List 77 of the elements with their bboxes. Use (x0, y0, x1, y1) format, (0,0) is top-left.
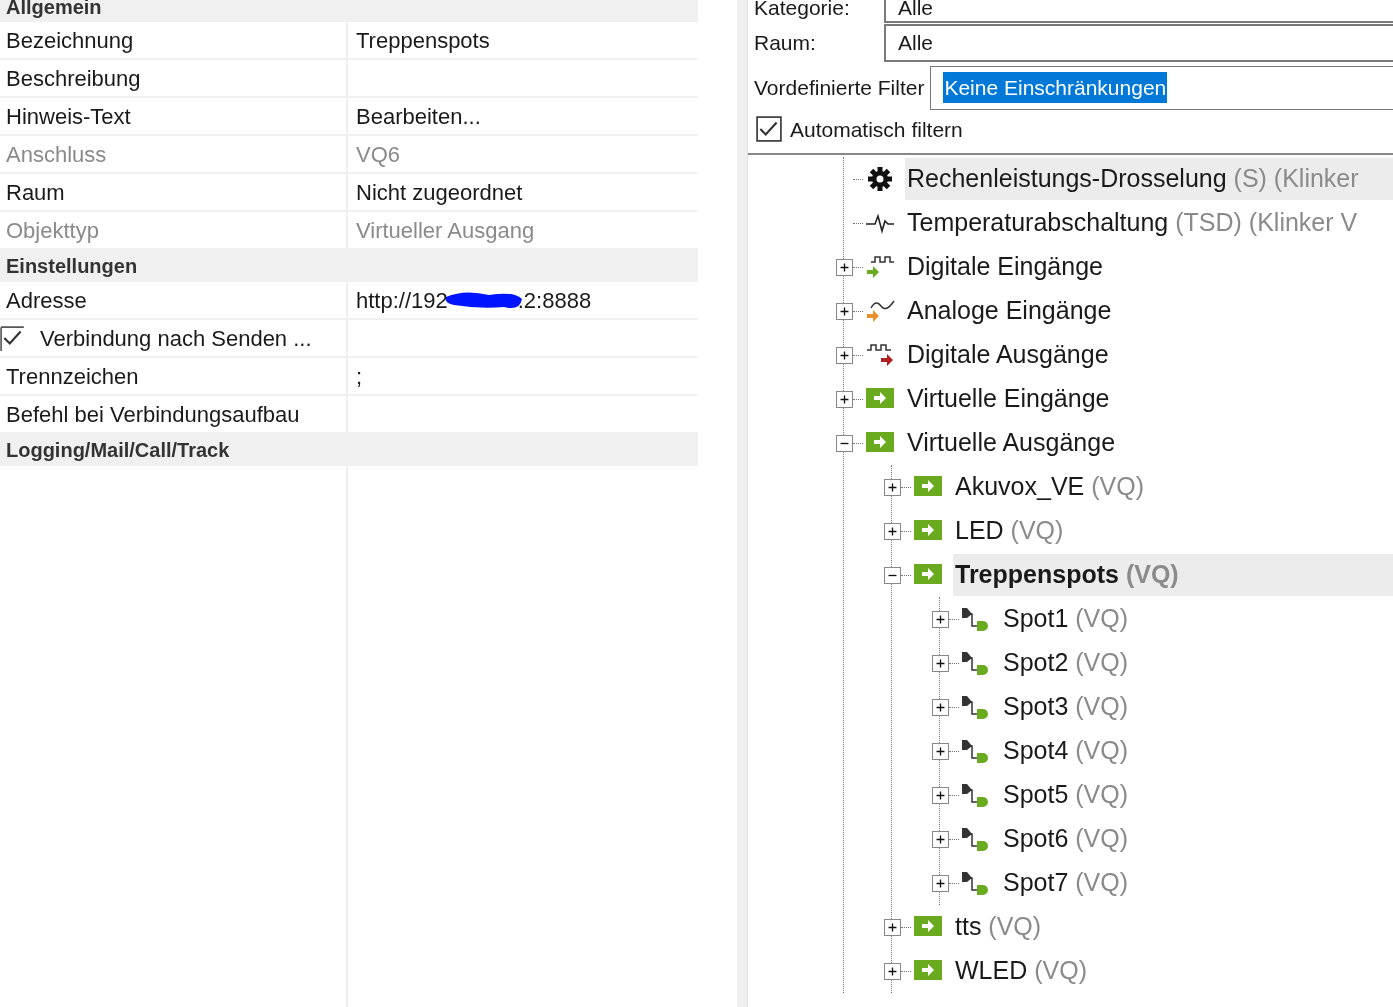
tree-item[interactable]: tts (VQ) (953, 906, 1044, 948)
property-value: Virtueller Ausgang (356, 216, 535, 245)
signal-output-icon (961, 826, 991, 852)
checkbox[interactable] (756, 116, 782, 143)
expand-icon[interactable] (932, 786, 949, 804)
filter-field[interactable]: Keine Einschränkungen (930, 65, 1393, 110)
checkbox-label: Automatisch filtern (790, 116, 963, 143)
category-dropdown[interactable]: Alle (884, 0, 1393, 23)
square-wave-arrow-icon (865, 342, 895, 368)
property-value: Treppenspots (356, 26, 490, 55)
signal-output-icon (961, 650, 991, 676)
collapse-icon[interactable] (884, 566, 901, 584)
property-label: Verbindung nach Senden ... (40, 324, 312, 353)
property-label: Befehl bei Verbindungsaufbau (6, 400, 300, 429)
property-label: Beschreibung (6, 64, 141, 93)
category-header[interactable]: Allgemein (0, 0, 698, 22)
room-dropdown[interactable]: Alle (884, 23, 1393, 62)
expand-icon[interactable] (932, 610, 949, 628)
tree-item[interactable]: Digitale Ausgänge (905, 334, 1111, 376)
signal-output-icon (961, 870, 991, 896)
property-value: VQ6 (356, 140, 401, 169)
property-label: Objekttyp (6, 216, 99, 245)
tree-item[interactable]: Spot5 (VQ) (1001, 774, 1131, 816)
property-label: Bezeichnung (6, 26, 134, 55)
tree-item[interactable]: Virtuelle Ausgänge (905, 422, 1118, 464)
expand-icon[interactable] (884, 522, 901, 540)
expand-icon[interactable] (836, 346, 853, 364)
signal-output-icon (961, 606, 991, 632)
property-value: Bearbeiten... (356, 102, 481, 131)
tree-item[interactable]: Digitale Eingänge (905, 246, 1105, 288)
expand-icon[interactable] (932, 654, 949, 672)
property-label: Anschluss (6, 140, 107, 169)
field-label: Vordefinierte Filter (753, 74, 925, 101)
tree-item[interactable]: Spot3 (VQ) (1001, 686, 1131, 728)
property-label: Raum (6, 178, 65, 207)
tree-item[interactable]: Virtuelle Eingänge (905, 378, 1112, 420)
property-label: Adresse (6, 286, 87, 315)
expand-icon[interactable] (884, 962, 901, 980)
sine-wave-arrow-icon (865, 298, 895, 324)
property-value: Nicht zugeordnet (356, 178, 523, 207)
tree-item[interactable]: Rechenleistungs-Drosselung (S) (Klinker (905, 158, 1393, 200)
expand-icon[interactable] (932, 742, 949, 760)
checkbox[interactable] (0, 325, 26, 351)
tree-item[interactable]: Spot7 (VQ) (1001, 862, 1131, 904)
expand-icon[interactable] (884, 478, 901, 496)
tree-item[interactable]: Analoge Eingänge (905, 290, 1114, 332)
collapse-icon[interactable] (836, 434, 853, 452)
expand-icon[interactable] (836, 302, 853, 320)
field-label: Raum: (753, 29, 817, 56)
tree-item[interactable]: Spot2 (VQ) (1001, 642, 1131, 684)
square-wave-arrow-icon (865, 254, 895, 280)
tree-item[interactable]: LED (VQ) (953, 510, 1066, 552)
expand-icon[interactable] (932, 874, 949, 892)
property-value: .2:8888 (517, 286, 592, 315)
property-value: ; (356, 362, 363, 391)
gear-icon (865, 166, 895, 192)
signal-output-icon (961, 738, 991, 764)
tree-item[interactable]: Temperaturabschaltung (TSD) (Klinker V (905, 202, 1360, 244)
signal-output-icon (961, 782, 991, 808)
tree-item[interactable]: Spot4 (VQ) (1001, 730, 1131, 772)
property-label: Hinweis-Text (6, 102, 131, 131)
expand-icon[interactable] (932, 698, 949, 716)
expand-icon[interactable] (836, 258, 853, 276)
tree-item[interactable]: Spot6 (VQ) (1001, 818, 1131, 860)
tree-item[interactable]: Spot1 (VQ) (1001, 598, 1131, 640)
expand-icon[interactable] (836, 390, 853, 408)
tree-item[interactable]: Akuvox_VE (VQ) (953, 466, 1146, 508)
expand-icon[interactable] (884, 918, 901, 936)
category-header[interactable]: Einstellungen (0, 250, 698, 282)
property-label: Trennzeichen (6, 362, 139, 391)
property-value: http://192 (356, 286, 448, 315)
category-header[interactable]: Logging/Mail/Call/Track (0, 434, 698, 466)
tree-item[interactable]: WLED (VQ) (953, 950, 1089, 992)
tree-item[interactable]: Treppenspots (VQ) (953, 554, 1393, 596)
signal-output-icon (961, 694, 991, 720)
expand-icon[interactable] (932, 830, 949, 848)
field-label: Kategorie: (753, 0, 851, 21)
